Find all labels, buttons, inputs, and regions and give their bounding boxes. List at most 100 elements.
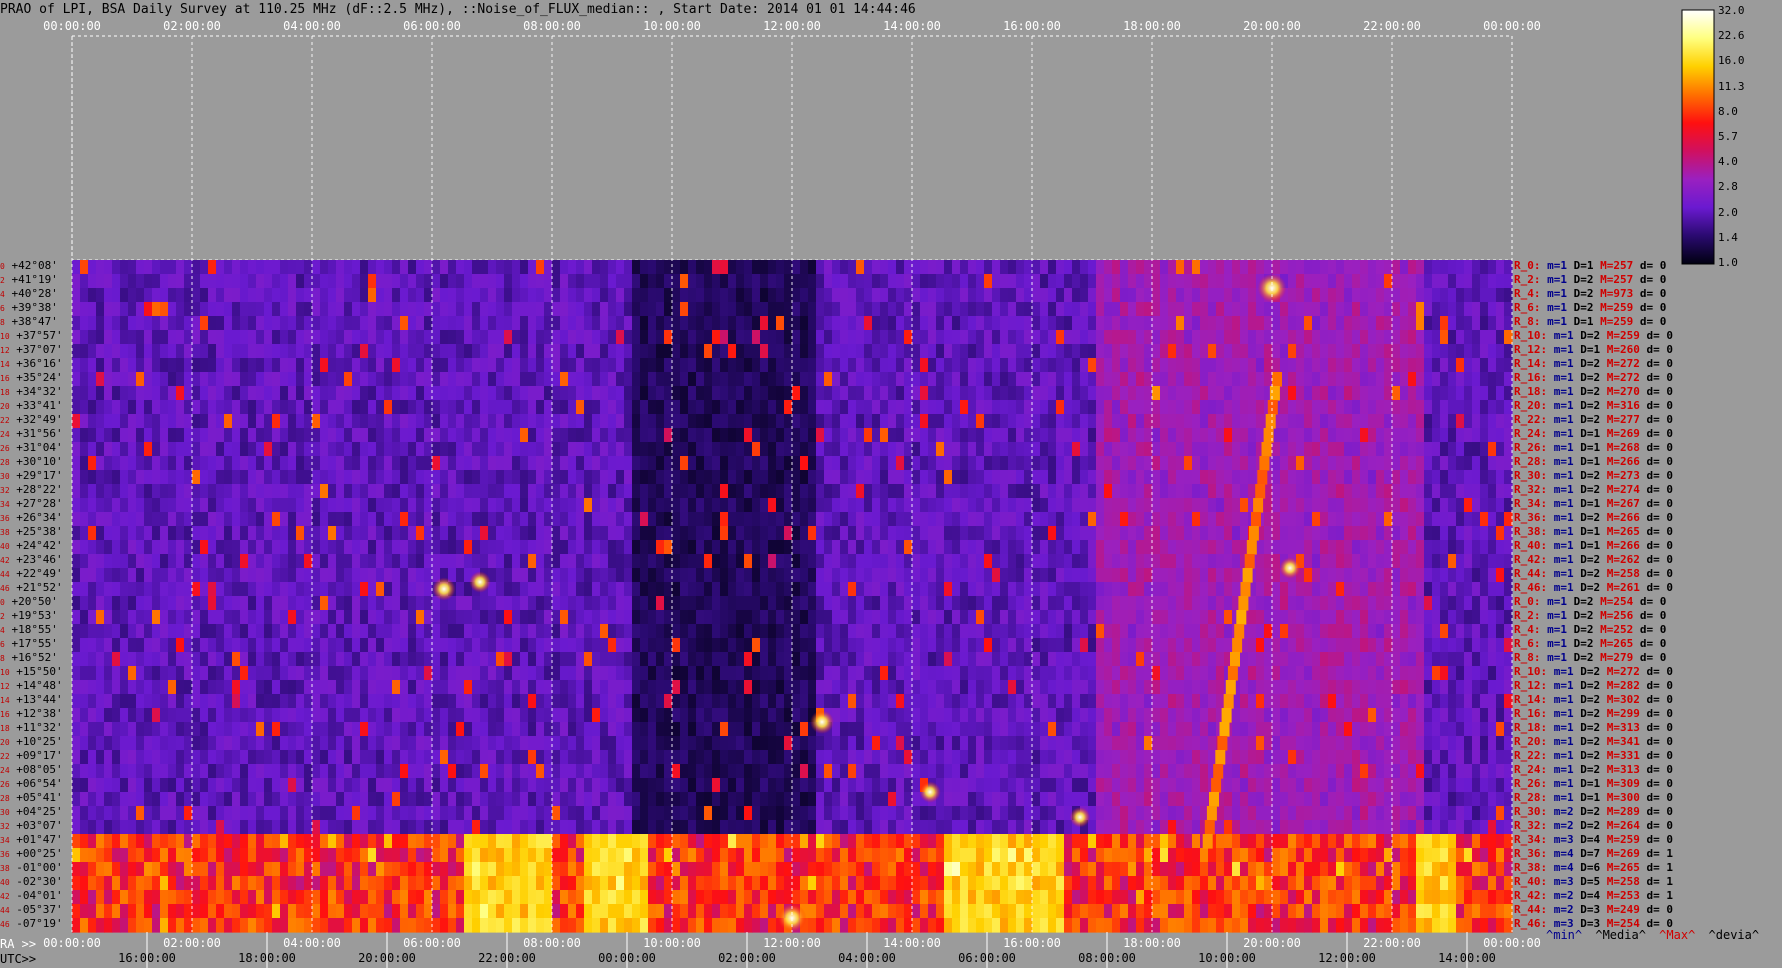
heatmap-cell [928,526,937,541]
heatmap-cell [1120,316,1129,331]
heatmap-cell [1400,400,1409,415]
heatmap-cell [984,526,993,541]
heatmap-cell [808,344,817,359]
heatmap-cell [1008,596,1017,611]
heatmap-cell [216,344,225,359]
heatmap-cell [1200,624,1209,639]
heatmap-cell [520,274,529,289]
heatmap-cell [1184,428,1193,443]
heatmap-cell [752,526,761,541]
heatmap-cell [1232,554,1241,569]
heatmap-cell [1400,330,1409,345]
heatmap-cell [248,512,257,527]
heatmap-cell [1160,568,1169,583]
heatmap-cell [256,498,265,513]
heatmap-cell [1368,512,1377,527]
heatmap-cell [112,512,121,527]
heatmap-cell [1360,596,1369,611]
heatmap-cell [1320,372,1329,387]
heatmap-cell [1128,568,1137,583]
heatmap-cell [336,288,345,303]
heatmap-cell [536,260,545,275]
heatmap-cell [760,568,769,583]
heatmap-cell [560,568,569,583]
heatmap-cell [488,274,497,289]
heatmap-cell [344,624,353,639]
heatmap-cell [824,386,833,401]
heatmap-cell [288,610,297,625]
heatmap-cell [688,484,697,499]
heatmap-cell [1104,386,1113,401]
heatmap-cell [520,400,529,415]
heatmap-cell [808,442,817,457]
heatmap-cell [544,358,553,373]
heatmap-cell [824,456,833,471]
heatmap-cell [472,442,481,457]
heatmap-cell [912,540,921,555]
heatmap-cell [880,302,889,317]
heatmap-cell [1288,442,1297,457]
heatmap-cell [304,638,313,653]
heatmap-cell [112,428,121,443]
heatmap-cell [984,568,993,583]
heatmap-cell [400,624,409,639]
heatmap-cell [408,302,417,317]
heatmap-cell [1176,428,1185,443]
heatmap-cell [968,344,977,359]
heatmap-cell [1144,386,1153,401]
heatmap-cell [112,344,121,359]
heatmap-cell [592,400,601,415]
heatmap-cell [1352,358,1361,373]
heatmap-cell [1488,316,1497,331]
heatmap-cell [864,582,873,597]
heatmap-cell [1328,596,1337,611]
heatmap-cell [128,582,137,597]
heatmap-cell [568,582,577,597]
heatmap-cell [904,596,913,611]
heatmap-cell [352,498,361,513]
heatmap-cell [360,344,369,359]
heatmap-cell [1472,498,1481,513]
heatmap-cell [888,386,897,401]
heatmap-cell [1072,568,1081,583]
heatmap-cell [304,582,313,597]
heatmap-cell [680,372,689,387]
heatmap-cell [280,638,289,653]
heatmap-cell [736,358,745,373]
heatmap-cell [248,316,257,331]
heatmap-cell [272,330,281,345]
heatmap-cell [1488,456,1497,471]
heatmap-cell [728,526,737,541]
heatmap-cell [456,428,465,443]
heatmap-cell [1072,386,1081,401]
heatmap-cell [624,386,633,401]
heatmap-cell [1040,610,1049,625]
heatmap-cell [864,596,873,611]
heatmap-cell [992,316,1001,331]
heatmap-cell [784,442,793,457]
heatmap-cell [1136,498,1145,513]
heatmap-cell [944,288,953,303]
heatmap-cell [1192,554,1201,569]
heatmap-cell [920,372,929,387]
heatmap-cell [736,456,745,471]
heatmap-cell [176,274,185,289]
heatmap-cell [1424,554,1433,569]
heatmap-cell [376,288,385,303]
heatmap-cell [176,330,185,345]
heatmap-cell [1400,484,1409,499]
heatmap-cell [288,302,297,317]
heatmap-cell [1240,372,1249,387]
heatmap-cell [208,624,217,639]
heatmap-cell [96,624,105,639]
heatmap-cell [968,526,977,541]
heatmap-cell [256,442,265,457]
heatmap-cell [216,512,225,527]
heatmap-cell [480,470,489,485]
heatmap-cell [1176,484,1185,499]
heatmap-cell [1200,554,1209,569]
heatmap-cell [1480,428,1489,443]
heatmap-cell [280,512,289,527]
heatmap-cell [352,540,361,555]
heatmap-cell [536,456,545,471]
